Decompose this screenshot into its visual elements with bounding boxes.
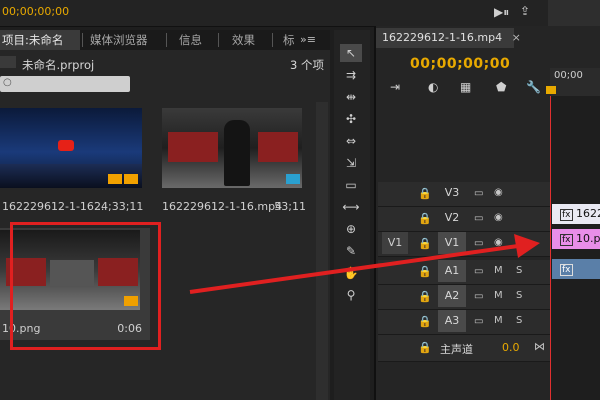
annotation-arrow xyxy=(189,234,540,294)
arrow-shaft xyxy=(189,244,519,294)
arrow-head xyxy=(514,234,540,258)
